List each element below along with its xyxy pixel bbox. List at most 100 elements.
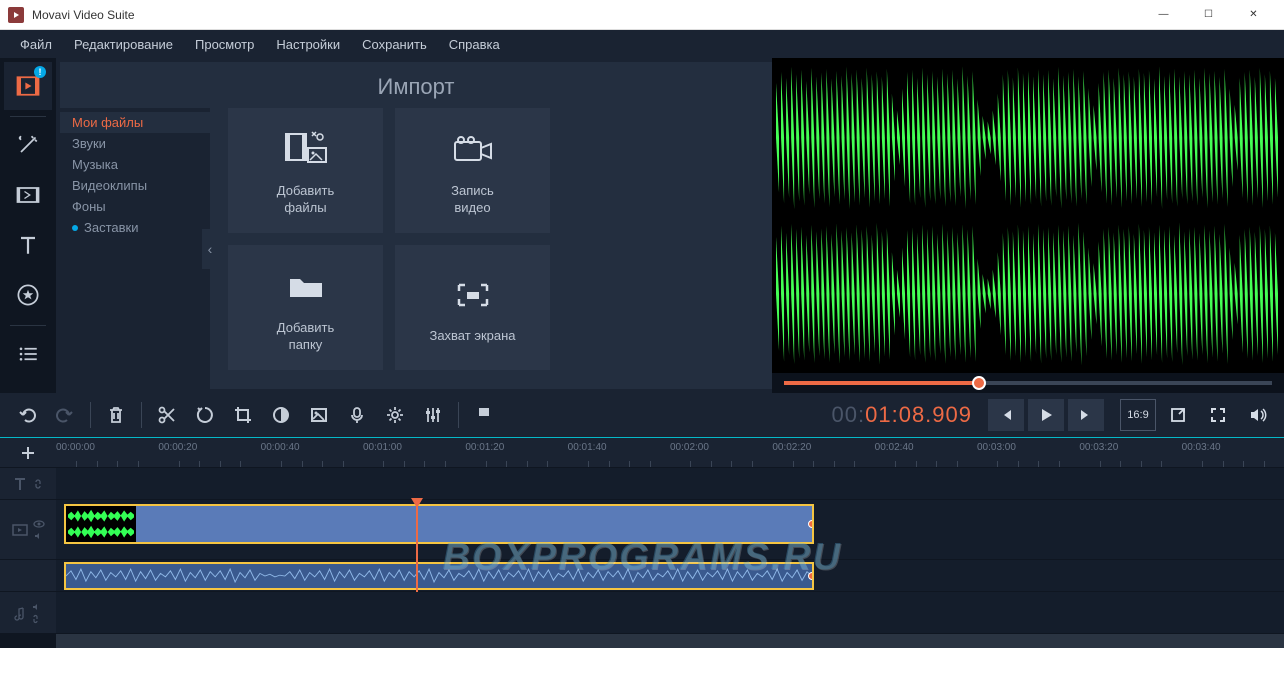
redo-button[interactable] (46, 397, 84, 433)
ruler-tick: 00:02:00 (670, 442, 709, 453)
audio-clip[interactable] (64, 562, 814, 590)
music-track[interactable] (56, 592, 1284, 633)
contrast-icon (271, 405, 291, 425)
undo-button[interactable] (8, 397, 46, 433)
record-video-label: Запись видео (451, 183, 494, 217)
left-toolbar: ! (0, 58, 56, 393)
menu-settings[interactable]: Настройки (266, 33, 350, 56)
sidebar-item-backgrounds[interactable]: Фоны (60, 196, 210, 217)
minimize-button[interactable]: — (1141, 0, 1186, 30)
menu-help[interactable]: Справка (439, 33, 510, 56)
timeline: 00:00:0000:00:2000:00:4000:01:0000:01:20… (0, 437, 1284, 648)
timecode-prefix: 00: (832, 402, 866, 427)
clip-handle-right[interactable] (808, 520, 814, 528)
split-button[interactable] (148, 397, 186, 433)
music-note-icon (13, 605, 27, 621)
sidebar-item-intros[interactable]: Заставки (60, 217, 210, 238)
maximize-button[interactable]: ☐ (1186, 0, 1231, 30)
clip-properties-button[interactable] (300, 397, 338, 433)
add-files-tile[interactable]: Добавить файлы (228, 108, 383, 233)
fullscreen-button[interactable] (1200, 399, 1236, 431)
equalizer-button[interactable] (414, 397, 452, 433)
text-track-icon (12, 476, 28, 492)
screen-capture-label: Захват экрана (429, 328, 515, 345)
aspect-ratio-button[interactable]: 16:9 (1120, 399, 1156, 431)
window-controls: — ☐ ✕ (1141, 0, 1276, 30)
prev-button[interactable] (988, 399, 1024, 431)
menu-view[interactable]: Просмотр (185, 33, 264, 56)
record-audio-button[interactable] (338, 397, 376, 433)
video-clip[interactable] (64, 504, 814, 544)
seek-bar[interactable] (772, 373, 1284, 393)
ruler-tick: 00:02:40 (875, 442, 914, 453)
more-tab[interactable] (4, 330, 52, 378)
speaker-icon (31, 602, 43, 612)
import-title: Импорт (60, 62, 772, 108)
video-track[interactable] (56, 500, 1284, 559)
menubar: Файл Редактирование Просмотр Настройки С… (0, 30, 1284, 58)
plus-icon (20, 445, 36, 461)
marker-button[interactable] (465, 397, 503, 433)
menu-edit[interactable]: Редактирование (64, 33, 183, 56)
stickers-tab[interactable] (4, 271, 52, 319)
add-folder-tile[interactable]: Добавить папку (228, 245, 383, 370)
linked-audio-track[interactable] (56, 560, 1284, 591)
gear-icon (385, 405, 405, 425)
titles-tab[interactable] (4, 221, 52, 269)
collapse-sidebar-button[interactable]: ‹ (202, 229, 218, 269)
seek-thumb[interactable] (972, 376, 986, 390)
video-track-head[interactable] (0, 500, 56, 559)
rotate-icon (195, 405, 215, 425)
title-track[interactable] (56, 468, 1284, 499)
timeline-ruler[interactable]: 00:00:0000:00:2000:00:4000:01:0000:01:20… (56, 438, 1284, 467)
titlebar: Movavi Video Suite — ☐ ✕ (0, 0, 1284, 30)
mic-icon (347, 405, 367, 425)
list-icon (14, 340, 42, 368)
folder-icon (286, 262, 326, 312)
waveform-preview[interactable] (772, 58, 1284, 373)
sidebar-item-myfiles[interactable]: Мои файлы (60, 112, 210, 133)
import-tab[interactable]: ! (4, 62, 52, 110)
delete-button[interactable] (97, 397, 135, 433)
clip-handle-right[interactable] (808, 572, 814, 580)
camera-icon (451, 125, 495, 175)
add-files-icon (284, 125, 328, 175)
play-button[interactable] (1028, 399, 1064, 431)
linked-audio-track-head (0, 560, 56, 591)
title-track-head[interactable] (0, 468, 56, 499)
record-video-tile[interactable]: Запись видео (395, 108, 550, 233)
menu-save[interactable]: Сохранить (352, 33, 437, 56)
transitions-tab[interactable] (4, 171, 52, 219)
text-icon (14, 231, 42, 259)
popout-button[interactable] (1160, 399, 1196, 431)
flag-icon (475, 405, 493, 425)
sidebar-item-music[interactable]: Музыка (60, 154, 210, 175)
ruler-tick: 00:03:00 (977, 442, 1016, 453)
sidebar-item-videoclips[interactable]: Видеоклипы (60, 175, 210, 196)
close-button[interactable]: ✕ (1231, 0, 1276, 30)
crop-button[interactable] (224, 397, 262, 433)
filters-tab[interactable] (4, 121, 52, 169)
import-sidebar: Мои файлы Звуки Музыка Видеоклипы Фоны З… (60, 108, 210, 389)
waveform-left-channel (776, 61, 1280, 215)
sidebar-item-sounds[interactable]: Звуки (60, 133, 210, 154)
next-button[interactable] (1068, 399, 1104, 431)
add-track-button[interactable] (0, 438, 56, 467)
timeline-scrollbar[interactable] (0, 634, 1284, 648)
volume-icon (1248, 406, 1268, 424)
menu-file[interactable]: Файл (10, 33, 62, 56)
rotate-button[interactable] (186, 397, 224, 433)
timecode-main: 01:08.909 (865, 402, 972, 427)
sticker-icon (14, 281, 42, 309)
volume-button[interactable] (1240, 399, 1276, 431)
music-track-head[interactable] (0, 592, 56, 633)
ruler-tick: 00:01:20 (465, 442, 504, 453)
color-adjust-button[interactable] (262, 397, 300, 433)
crop-icon (233, 405, 253, 425)
clip-settings-button[interactable] (376, 397, 414, 433)
screen-capture-tile[interactable]: Захват экрана (395, 245, 550, 370)
playhead[interactable] (416, 500, 418, 592)
redo-icon (55, 405, 75, 425)
add-folder-label: Добавить папку (277, 320, 334, 354)
trash-icon (107, 405, 125, 425)
